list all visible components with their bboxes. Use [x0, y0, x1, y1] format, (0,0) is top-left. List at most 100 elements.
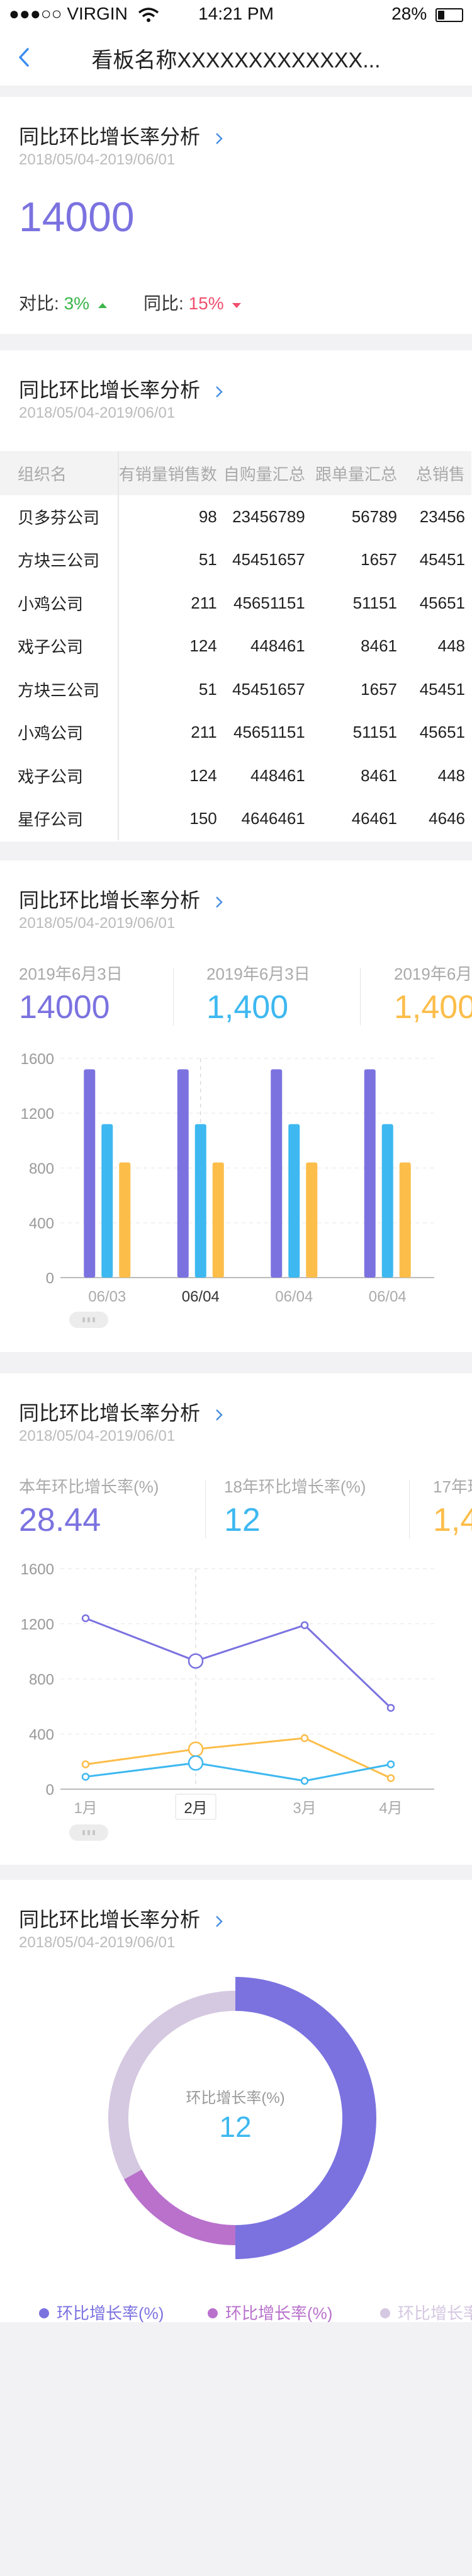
yoy-label: 同比:	[143, 294, 184, 313]
table-row[interactable]: 小鸡公司 211 45651151 51151 45651	[0, 581, 471, 625]
kpi-item[interactable]: 17年环比增长率(%) 1,4	[433, 1474, 472, 1543]
donut-chart-card: 同比环比增长率分析 2018/05/04-2019/06/01 环比增长率(%)…	[0, 1880, 472, 2322]
table-row[interactable]: 方块三公司 51 45451657 1657 45451	[0, 668, 471, 711]
kpi-divider	[360, 968, 361, 1026]
kpi-label: 2019年6月3日	[394, 965, 472, 983]
table-card: 同比环比增长率分析 2018/05/04-2019/06/01 组织名 有销量销…	[0, 350, 472, 842]
table-cell: 51151	[352, 723, 397, 742]
table-cell: 448461	[250, 636, 305, 656]
date-range: 2018/05/04-2019/06/01	[19, 1934, 176, 1951]
table-cell: 448461	[250, 765, 305, 785]
x-tick-label: 3月	[293, 1800, 316, 1817]
table-header[interactable]: 有销量销售数	[118, 451, 223, 495]
table-cell: 4646	[429, 809, 465, 828]
battery-icon	[435, 8, 463, 22]
kpi-label: 2019年6月3日	[19, 965, 123, 983]
legend-item[interactable]: 环比增长率(%)	[39, 2301, 164, 2322]
legend-item[interactable]: 环比增长率(%)	[208, 2301, 332, 2322]
data-point	[300, 1621, 309, 1629]
org-name-cell: 小鸡公司	[0, 711, 119, 754]
line-chart[interactable]: 0 400 800 1200 1600 1月 2月 3月 4月	[0, 1554, 472, 1843]
mom-label: 对比:	[19, 294, 59, 313]
org-name-cell: 星仔公司	[0, 797, 119, 840]
table-row[interactable]: 星仔公司 150 4646461 46461 4646	[0, 797, 471, 840]
data-point	[81, 1614, 90, 1622]
nav-bar: 看板名称XXXXXXXXXXXXX...	[0, 30, 472, 86]
table-header[interactable]: 跟单量汇总	[311, 451, 403, 495]
table-row[interactable]: 方块三公司 51 45451657 1657 45451	[0, 538, 471, 581]
legend-label: 环比增长率(%)	[57, 2304, 164, 2322]
kpi-value: 28.44	[19, 1502, 101, 1538]
card-title[interactable]: 同比环比增长率分析	[19, 1397, 223, 1426]
chart-legend: 环比增长率(%) 环比增长率(%) 环比增长率(%)	[0, 2301, 472, 2322]
data-point	[188, 1755, 204, 1771]
table-row[interactable]: 戏子公司 124 448461 8461 448	[0, 754, 471, 798]
kpi-item[interactable]: 本年环比增长率(%) 28.44	[19, 1474, 189, 1543]
table-cell: 45651	[419, 593, 465, 612]
table-cell: 45651151	[233, 723, 305, 742]
table-header[interactable]: 自购量汇总	[223, 451, 312, 495]
table-cell: 211	[191, 593, 217, 612]
card-title[interactable]: 同比环比增长率分析	[19, 1904, 223, 1933]
x-tick-label: 06/04	[275, 1288, 313, 1305]
card-title[interactable]: 同比环比增长率分析	[19, 121, 223, 150]
date-range: 2018/05/04-2019/06/01	[19, 1428, 176, 1445]
legend-item[interactable]: 环比增长率(%)	[380, 2301, 472, 2322]
bar	[288, 1124, 300, 1278]
card-title-text: 同比环比增长率分析	[19, 1402, 201, 1424]
table-cell: 1657	[361, 679, 397, 699]
donut-center-label: 环比增长率(%)	[186, 2090, 284, 2107]
summary-card: 同比环比增长率分析 2018/05/04-2019/06/01 14000 对比…	[0, 97, 472, 334]
bar-chart-card: 同比环比增长率分析 2018/05/04-2019/06/01 2019年6月3…	[0, 861, 472, 1352]
card-title-text: 同比环比增长率分析	[19, 1908, 201, 1931]
kpi-item[interactable]: 2019年6月3日 1,400	[206, 961, 376, 1031]
data-point	[188, 1741, 204, 1757]
back-button[interactable]	[15, 42, 40, 73]
chevron-left-icon	[19, 48, 29, 67]
kpi-label: 2019年6月3日	[206, 965, 310, 983]
bar-chart[interactable]: 0 400 800 1200 1600 06/03 06/04 06/04 06/04	[0, 1043, 472, 1333]
kpi-value: 1,4	[433, 1502, 472, 1538]
card-title[interactable]: 同比环比增长率分析	[19, 374, 223, 403]
org-name-cell: 贝多芬公司	[0, 495, 119, 539]
kpi-strip[interactable]: 2019年6月3日 14000 2019年6月3日 1,400 2019年6月3…	[0, 961, 472, 1031]
kpi-divider	[409, 1480, 410, 1538]
kpi-item[interactable]: 2019年6月3日 14000	[19, 961, 189, 1031]
kpi-item[interactable]: 18年环比增长率(%) 12	[224, 1474, 394, 1543]
data-point	[300, 1734, 309, 1743]
status-bar: ●●●○○ VIRGIN 14:21 PM 28%	[0, 0, 472, 30]
chart-scroll-handle[interactable]	[69, 1312, 108, 1328]
kpi-label: 18年环比增长率(%)	[224, 1477, 366, 1496]
data-table-scroll[interactable]: 组织名 有销量销售数 自购量汇总 跟单量汇总 总销售 贝多芬公司 98 234567…	[0, 451, 472, 840]
table-header[interactable]: 组织名	[0, 451, 119, 495]
y-tick-label: 400	[29, 1727, 54, 1744]
x-tick-label: 1月	[74, 1800, 97, 1817]
y-tick-label: 0	[46, 1270, 54, 1287]
donut-chart[interactable]: 环比增长率(%) 12	[0, 1974, 472, 2277]
donut-center-value: 12	[219, 2110, 251, 2143]
table-cell: 150	[189, 809, 217, 828]
table-cell: 51151	[352, 593, 397, 612]
kpi-strip[interactable]: 本年环比增长率(%) 28.44 18年环比增长率(%) 12 17年环比增长率…	[0, 1474, 472, 1543]
data-point	[188, 1653, 204, 1669]
table-cell: 211	[191, 723, 217, 742]
table-row[interactable]: 戏子公司 124 448461 8461 448	[0, 624, 471, 668]
y-tick-label: 1200	[21, 1617, 54, 1634]
bar	[119, 1162, 131, 1278]
chevron-right-icon	[216, 132, 223, 144]
data-point	[81, 1760, 90, 1768]
table-cell: 56789	[351, 507, 397, 526]
donut-slice	[235, 1977, 376, 2259]
series-line	[85, 1761, 391, 1782]
table-row[interactable]: 贝多芬公司 98 23456789 56789 23456	[0, 495, 471, 539]
chart-scroll-handle[interactable]	[69, 1824, 108, 1841]
table-row[interactable]: 小鸡公司 211 45651151 51151 45651	[0, 711, 471, 754]
chevron-right-icon	[216, 386, 223, 398]
kpi-item[interactable]: 2019年6月3日 1,400	[394, 961, 472, 1031]
card-title[interactable]: 同比环比增长率分析	[19, 884, 223, 913]
kpi-divider	[205, 1480, 206, 1538]
table-header[interactable]: 总销售	[403, 451, 471, 495]
table-cell: 124	[189, 636, 217, 656]
table-cell: 51	[198, 550, 217, 570]
line-chart-card: 同比环比增长率分析 2018/05/04-2019/06/01 本年环比增长率(…	[0, 1373, 472, 1865]
